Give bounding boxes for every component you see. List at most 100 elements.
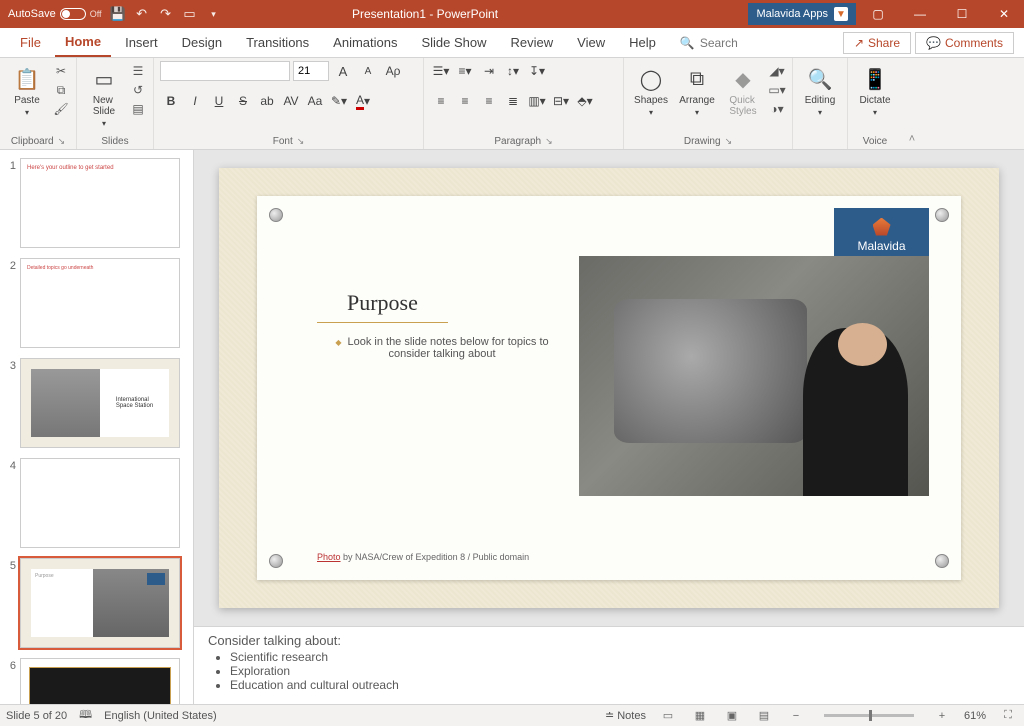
underline-button[interactable]: U bbox=[208, 91, 230, 111]
font-size-input[interactable] bbox=[293, 61, 329, 81]
clear-format-icon[interactable]: Aρ bbox=[382, 61, 404, 81]
align-text-icon[interactable]: ⊟▾ bbox=[550, 91, 572, 111]
slide-image[interactable] bbox=[579, 256, 929, 496]
smartart-icon[interactable]: ⬘▾ bbox=[574, 91, 596, 111]
cut-icon[interactable]: ✂ bbox=[52, 63, 70, 79]
zoom-out-icon[interactable]: − bbox=[786, 708, 806, 724]
char-spacing-button[interactable]: AV bbox=[280, 91, 302, 111]
title-bar: AutoSave Off 💾 ↶ ↷ ▭ ▾ Presentation1 - P… bbox=[0, 0, 1024, 28]
slideshow-view-icon[interactable]: ▤ bbox=[754, 708, 774, 724]
tab-view[interactable]: View bbox=[567, 29, 615, 56]
slide-title[interactable]: Purpose bbox=[317, 290, 448, 323]
start-slideshow-icon[interactable]: ▭ bbox=[182, 6, 198, 22]
photo-link[interactable]: Photo bbox=[317, 552, 341, 562]
reading-view-icon[interactable]: ▣ bbox=[722, 708, 742, 724]
shape-fill-icon[interactable]: ◢▾ bbox=[768, 63, 786, 79]
section-icon[interactable]: ▤ bbox=[129, 101, 147, 117]
qat-customize-icon[interactable]: ▾ bbox=[206, 6, 222, 22]
save-icon[interactable]: 💾 bbox=[110, 6, 126, 22]
shadow-button[interactable]: ab bbox=[256, 91, 278, 111]
tab-transitions[interactable]: Transitions bbox=[236, 29, 319, 56]
slide-canvas[interactable]: Malavida Purpose Look in the slide notes… bbox=[219, 168, 999, 608]
thumb-2[interactable]: Detailed topics go underneath bbox=[20, 258, 180, 348]
numbering-icon[interactable]: ≡▾ bbox=[454, 61, 476, 81]
fit-window-icon[interactable]: ⛶ bbox=[998, 708, 1018, 724]
collapse-ribbon-icon[interactable]: ˄ bbox=[902, 58, 922, 149]
minimize-icon[interactable]: — bbox=[900, 0, 940, 28]
strike-button[interactable]: S bbox=[232, 91, 254, 111]
quick-styles-button[interactable]: ◆Quick Styles bbox=[722, 61, 764, 117]
tab-home[interactable]: Home bbox=[55, 28, 111, 57]
dictate-button[interactable]: 📱Dictate▾ bbox=[854, 61, 896, 117]
copy-icon[interactable]: ⧉ bbox=[52, 82, 70, 98]
highlight-icon[interactable]: ✎▾ bbox=[328, 91, 350, 111]
arrange-button[interactable]: ⧉Arrange▾ bbox=[676, 61, 718, 117]
search-box[interactable]: 🔍Search bbox=[670, 36, 748, 50]
paragraph-launcher-icon[interactable]: ↘ bbox=[545, 136, 553, 147]
thumb-3[interactable]: InternationalSpace Station bbox=[20, 358, 180, 448]
tab-review[interactable]: Review bbox=[501, 29, 564, 56]
zoom-slider[interactable] bbox=[824, 714, 914, 717]
justify-icon[interactable]: ≣ bbox=[502, 91, 524, 111]
reset-icon[interactable]: ↺ bbox=[129, 82, 147, 98]
align-right-icon[interactable]: ≡ bbox=[478, 91, 500, 111]
notes-toggle[interactable]: ≐ Notes bbox=[605, 709, 646, 722]
shape-effects-icon[interactable]: ◑▾ bbox=[768, 101, 786, 117]
align-center-icon[interactable]: ≡ bbox=[454, 91, 476, 111]
bold-button[interactable]: B bbox=[160, 91, 182, 111]
autosave-toggle[interactable]: AutoSave Off bbox=[8, 8, 102, 20]
status-language[interactable]: English (United States) bbox=[104, 710, 217, 722]
bullets-icon[interactable]: ☰▾ bbox=[430, 61, 452, 81]
clipboard-launcher-icon[interactable]: ↘ bbox=[58, 136, 66, 147]
comments-button[interactable]: 💬Comments bbox=[915, 32, 1014, 54]
align-left-icon[interactable]: ≡ bbox=[430, 91, 452, 111]
normal-view-icon[interactable]: ▭ bbox=[658, 708, 678, 724]
line-spacing-icon[interactable]: ↕▾ bbox=[502, 61, 524, 81]
close-icon[interactable]: ✕ bbox=[984, 0, 1024, 28]
undo-icon[interactable]: ↶ bbox=[134, 6, 150, 22]
drawing-launcher-icon[interactable]: ↘ bbox=[725, 136, 733, 147]
share-button[interactable]: ↗Share bbox=[843, 32, 911, 54]
shrink-font-icon[interactable]: A bbox=[357, 61, 379, 81]
shape-outline-icon[interactable]: ▭▾ bbox=[768, 82, 786, 98]
notes-pane[interactable]: Consider talking about: Scientific resea… bbox=[194, 626, 1024, 704]
thumb-6[interactable] bbox=[20, 658, 180, 704]
tab-design[interactable]: Design bbox=[172, 29, 232, 56]
change-case-button[interactable]: Aa bbox=[304, 91, 326, 111]
redo-icon[interactable]: ↷ bbox=[158, 6, 174, 22]
font-color-icon[interactable]: A▾ bbox=[352, 91, 374, 111]
paste-button[interactable]: 📋Paste▾ bbox=[6, 61, 48, 117]
tab-animations[interactable]: Animations bbox=[323, 29, 407, 56]
status-slide[interactable]: Slide 5 of 20 bbox=[6, 710, 67, 722]
tab-insert[interactable]: Insert bbox=[115, 29, 168, 56]
zoom-in-icon[interactable]: + bbox=[932, 708, 952, 724]
tab-slideshow[interactable]: Slide Show bbox=[411, 29, 496, 56]
zoom-level[interactable]: 61% bbox=[964, 710, 986, 722]
tab-file[interactable]: File bbox=[10, 29, 51, 56]
tab-help[interactable]: Help bbox=[619, 29, 666, 56]
malavida-badge[interactable]: Malavida Apps ▼ bbox=[748, 3, 856, 25]
thumb-4[interactable] bbox=[20, 458, 180, 548]
sorter-view-icon[interactable]: ▦ bbox=[690, 708, 710, 724]
slide-thumbnails[interactable]: 1Here's your outline to get started 2Det… bbox=[0, 150, 194, 704]
italic-button[interactable]: I bbox=[184, 91, 206, 111]
maximize-icon[interactable]: ☐ bbox=[942, 0, 982, 28]
font-name-input[interactable] bbox=[160, 61, 290, 81]
new-slide-button[interactable]: ▭New Slide▾ bbox=[83, 61, 125, 128]
editing-button[interactable]: 🔍Editing▾ bbox=[799, 61, 841, 117]
ribbon-display-icon[interactable]: ▢ bbox=[858, 0, 898, 28]
shapes-button[interactable]: ◯Shapes▾ bbox=[630, 61, 672, 117]
text-direction-icon[interactable]: ↧▾ bbox=[526, 61, 548, 81]
slide-bullet[interactable]: Look in the slide notes below for topics… bbox=[327, 336, 557, 360]
spellcheck-icon[interactable]: 🕮 bbox=[79, 706, 92, 725]
list-level-icon[interactable]: ⇥ bbox=[478, 61, 500, 81]
layout-icon[interactable]: ☰ bbox=[129, 63, 147, 79]
format-painter-icon[interactable]: 🖌 bbox=[52, 101, 70, 117]
thumb-5[interactable]: Purpose bbox=[20, 558, 180, 648]
dictate-icon: 📱 bbox=[861, 65, 889, 93]
font-launcher-icon[interactable]: ↘ bbox=[297, 136, 305, 147]
columns-icon[interactable]: ▥▾ bbox=[526, 91, 548, 111]
thumb-1[interactable]: Here's your outline to get started bbox=[20, 158, 180, 248]
notes-item: Education and cultural outreach bbox=[230, 678, 1010, 692]
grow-font-icon[interactable]: A bbox=[332, 61, 354, 81]
